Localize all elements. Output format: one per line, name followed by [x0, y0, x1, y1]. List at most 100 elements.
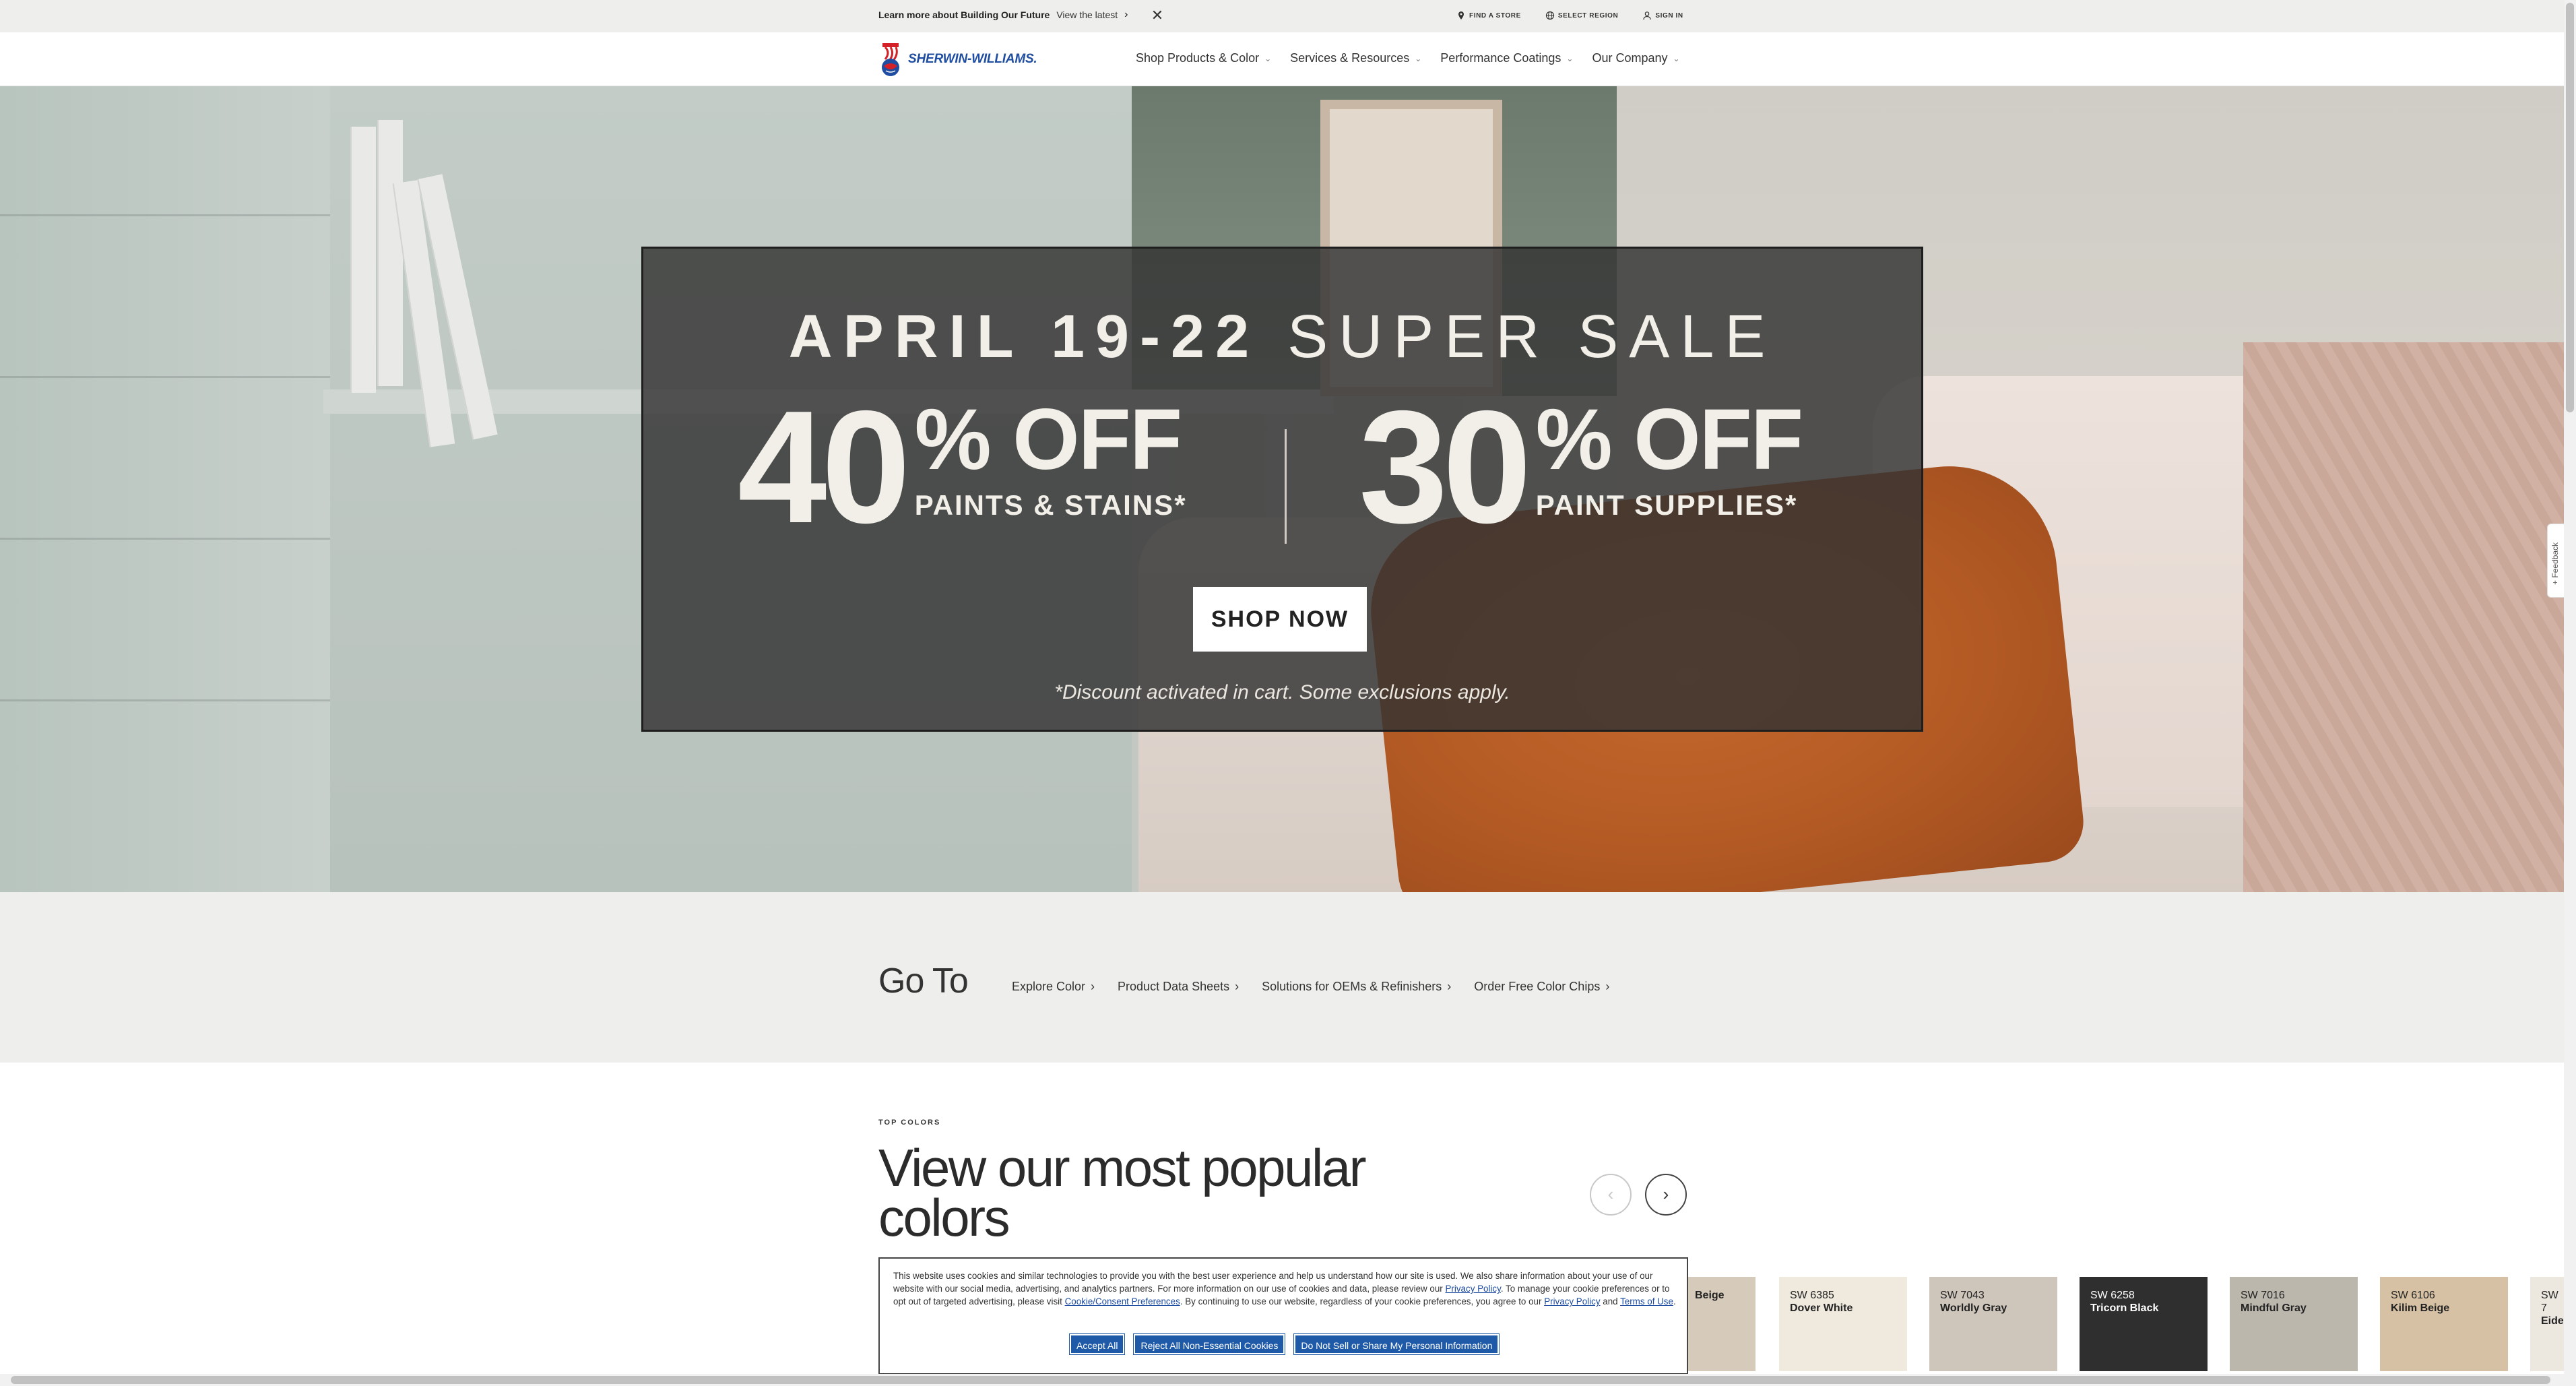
color-swatch[interactable]: SW 6106 Kilim Beige — [2380, 1277, 2508, 1371]
select-region-link[interactable]: SELECT REGION — [1545, 11, 1618, 20]
swatch-code: SW 7 — [2541, 1290, 2558, 1314]
cookie-buttons: Accept All Reject All Non-Essential Cook… — [1068, 1333, 1500, 1355]
feedback-label: + Feedback — [2550, 542, 2560, 585]
announcement[interactable]: Learn more about Building Our Future Vie… — [878, 9, 1128, 21]
chevron-right-icon: › — [1447, 980, 1452, 993]
accept-all-cookies-button[interactable]: Accept All — [1068, 1333, 1126, 1355]
hero-photo-throw — [2243, 342, 2564, 892]
swatch-name: Beige — [1695, 1290, 1725, 1301]
location-pin-icon — [1458, 11, 1464, 20]
hero-banner[interactable]: APRIL 19-22 SUPER SALE 40 % OFF PAINTS &… — [0, 86, 2564, 892]
offer-off: % OFF — [914, 391, 1182, 488]
cookie-consent-link[interactable]: Cookie/Consent Preferences — [1065, 1296, 1180, 1306]
color-swatch[interactable]: SW 7 Eide — [2530, 1277, 2564, 1371]
hero-photo-book — [350, 127, 376, 393]
horizontal-scrollbar-thumb[interactable] — [11, 1376, 2550, 1384]
swatch-name: Tricorn Black — [2090, 1302, 2159, 1314]
page: Learn more about Building Our Future Vie… — [0, 0, 2576, 1386]
offer-paints: 40 % OFF PAINTS & STAINS* — [738, 378, 1187, 557]
offer-divider — [1285, 429, 1287, 544]
carousel-next-button[interactable]: › — [1645, 1174, 1687, 1216]
goto-product-data-sheets[interactable]: Product Data Sheets › — [1118, 980, 1239, 994]
nav-item-label: Performance Coatings — [1440, 51, 1561, 65]
sale-name: SUPER SALE — [1287, 303, 1776, 371]
globe-icon — [1545, 11, 1554, 20]
nav-performance-coatings[interactable]: Performance Coatings ⌄ — [1440, 51, 1573, 65]
privacy-policy-link[interactable]: Privacy Policy — [1544, 1296, 1600, 1306]
cookie-banner: This website uses cookies and similar te… — [878, 1257, 1688, 1375]
sign-in-link[interactable]: SIGN IN — [1642, 11, 1683, 20]
cookie-text-part: . By continuing to use our website, rega… — [1180, 1296, 1545, 1306]
goto-section: Go To Explore Color › Product Data Sheet… — [0, 892, 2564, 1063]
sale-disclaimer: *Discount activated in cart. Some exclus… — [1054, 681, 1510, 703]
feedback-tab[interactable]: + Feedback — [2547, 524, 2564, 598]
chevron-right-icon: › — [1235, 980, 1239, 993]
shop-now-button[interactable]: SHOP NOW — [1193, 587, 1367, 652]
do-not-sell-button[interactable]: Do Not Sell or Share My Personal Informa… — [1293, 1333, 1500, 1355]
nav-our-company[interactable]: Our Company ⌄ — [1592, 51, 1679, 65]
offer-percent: 40 — [738, 378, 911, 557]
utility-links: FIND A STORE SELECT REGION SIGN IN — [1456, 11, 1683, 20]
swatch-code: SW 7043 — [1940, 1290, 1985, 1301]
chevron-right-icon: › — [1124, 9, 1128, 20]
announcement-link[interactable]: View the latest — [1056, 9, 1118, 20]
goto-link-label: Product Data Sheets — [1118, 980, 1230, 993]
swatch-code: SW 7016 — [2241, 1290, 2285, 1301]
offer-supplies: 30 % OFF PAINT SUPPLIES* — [1359, 378, 1803, 557]
chevron-down-icon: ⌄ — [1415, 53, 1422, 63]
goto-links: Explore Color › Product Data Sheets › So… — [1012, 980, 1609, 994]
sale-overlay: APRIL 19-22 SUPER SALE 40 % OFF PAINTS &… — [641, 247, 1923, 732]
goto-order-color-chips[interactable]: Order Free Color Chips › — [1474, 980, 1609, 994]
chevron-down-icon: ⌄ — [1566, 53, 1574, 63]
chevron-down-icon: ⌄ — [1673, 53, 1680, 63]
find-store-link[interactable]: FIND A STORE — [1456, 11, 1521, 20]
vertical-scrollbar-thumb[interactable] — [2566, 3, 2574, 412]
goto-title: Go To — [878, 962, 969, 1001]
main-nav: SHERWIN-WILLIAMS. Shop Products & Color … — [0, 32, 2564, 86]
terms-of-use-link[interactable]: Terms of Use — [1620, 1296, 1673, 1306]
nav-shop-products[interactable]: Shop Products & Color ⌄ — [1136, 51, 1271, 65]
nav-item-label: Services & Resources — [1290, 51, 1410, 65]
color-swatch[interactable]: SW 6385 Dover White — [1779, 1277, 1907, 1371]
swatch-code: SW 6385 — [1790, 1290, 1834, 1301]
swatch-name: Kilim Beige — [2391, 1302, 2450, 1314]
goto-explore-color[interactable]: Explore Color › — [1012, 980, 1095, 994]
cookie-text-part: and — [1600, 1296, 1621, 1306]
sign-in-label: SIGN IN — [1655, 11, 1683, 20]
sale-dates: APRIL 19-22 — [788, 303, 1260, 371]
goto-link-label: Solutions for OEMs & Refinishers — [1262, 980, 1442, 993]
cookie-text-part: . — [1673, 1296, 1676, 1306]
swatch-code: SW 6258 — [2090, 1290, 2135, 1301]
close-icon[interactable]: ✕ — [1149, 6, 1165, 25]
chevron-right-icon: › — [1091, 980, 1095, 993]
goto-link-label: Order Free Color Chips — [1474, 980, 1601, 993]
find-store-label: FIND A STORE — [1469, 11, 1521, 20]
utility-bar: Learn more about Building Our Future Vie… — [0, 0, 2564, 32]
top-colors-eyebrow: TOP COLORS — [878, 1119, 941, 1127]
swatch-name: Mindful Gray — [2241, 1302, 2307, 1314]
color-swatch[interactable]: SW 7043 Worldly Gray — [1929, 1277, 2057, 1371]
swatch-name: Worldly Gray — [1940, 1302, 2007, 1314]
offer-off: % OFF — [1535, 391, 1803, 488]
nav-item-label: Shop Products & Color — [1136, 51, 1260, 65]
hero-photo-book — [377, 120, 403, 386]
swatch-name: Eide — [2541, 1315, 2564, 1327]
announcement-text: Learn more about Building Our Future — [878, 9, 1050, 20]
primary-nav: Shop Products & Color ⌄ Services & Resou… — [1136, 51, 1680, 65]
top-colors-title: View our most popular colors — [878, 1138, 1367, 1247]
chevron-right-icon: › — [1605, 980, 1610, 993]
swatch-name: Dover White — [1790, 1302, 1853, 1314]
goto-link-label: Explore Color — [1012, 980, 1086, 993]
offer-percent: 30 — [1359, 378, 1532, 557]
carousel-prev-button[interactable]: ‹ — [1590, 1174, 1632, 1216]
privacy-policy-link[interactable]: Privacy Policy — [1445, 1284, 1500, 1294]
select-region-label: SELECT REGION — [1557, 11, 1619, 20]
color-swatch[interactable]: SW 7016 Mindful Gray — [2230, 1277, 2358, 1371]
goto-oem-solutions[interactable]: Solutions for OEMs & Refinishers › — [1262, 980, 1451, 994]
nav-services-resources[interactable]: Services & Resources ⌄ — [1290, 51, 1421, 65]
color-swatch[interactable]: SW 6258 Tricorn Black — [2080, 1277, 2208, 1371]
user-icon — [1643, 11, 1651, 20]
offer-category: PAINTS & STAINS* — [914, 489, 1187, 521]
reject-cookies-button[interactable]: Reject All Non-Essential Cookies — [1133, 1333, 1286, 1355]
logo[interactable]: SHERWIN-WILLIAMS. — [878, 40, 1037, 78]
